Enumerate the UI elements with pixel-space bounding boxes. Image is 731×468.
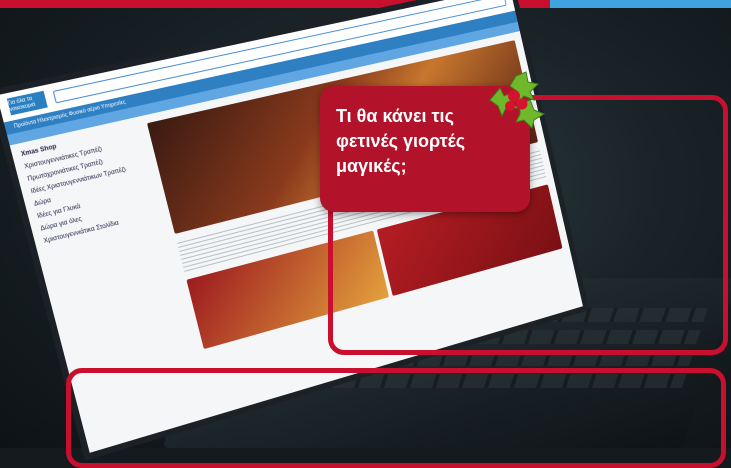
- top-bar-blue: [550, 0, 731, 8]
- holly-icon: [489, 71, 546, 129]
- top-brand-bar: [0, 0, 731, 8]
- site-logo: Για όλα τα νοικοκυριά: [6, 90, 48, 116]
- red-frame-bottom: [66, 368, 726, 468]
